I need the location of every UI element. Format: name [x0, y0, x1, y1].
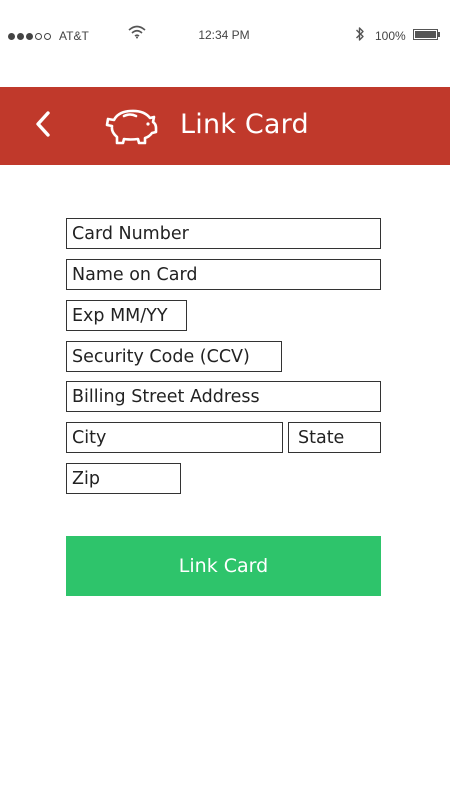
card-number-input[interactable]: [66, 218, 381, 249]
expiration-input[interactable]: [66, 300, 187, 331]
state-input[interactable]: [288, 422, 381, 453]
link-card-button[interactable]: Link Card: [66, 536, 381, 596]
security-code-input[interactable]: [66, 341, 282, 372]
status-bar: AT&T 12:34 PM 100%: [0, 0, 450, 72]
city-input[interactable]: [66, 422, 283, 453]
name-on-card-input[interactable]: [66, 259, 381, 290]
piggy-bank-icon: [104, 106, 160, 151]
chevron-left-icon: [34, 110, 52, 143]
page-title: Link Card: [180, 109, 309, 140]
zip-input[interactable]: [66, 463, 181, 494]
battery-icon: [413, 29, 440, 40]
battery-percent: 100%: [375, 29, 406, 43]
back-button[interactable]: [26, 107, 60, 145]
billing-address-input[interactable]: [66, 381, 381, 412]
bluetooth-icon: [355, 25, 365, 46]
app-header: Link Card: [0, 87, 450, 165]
